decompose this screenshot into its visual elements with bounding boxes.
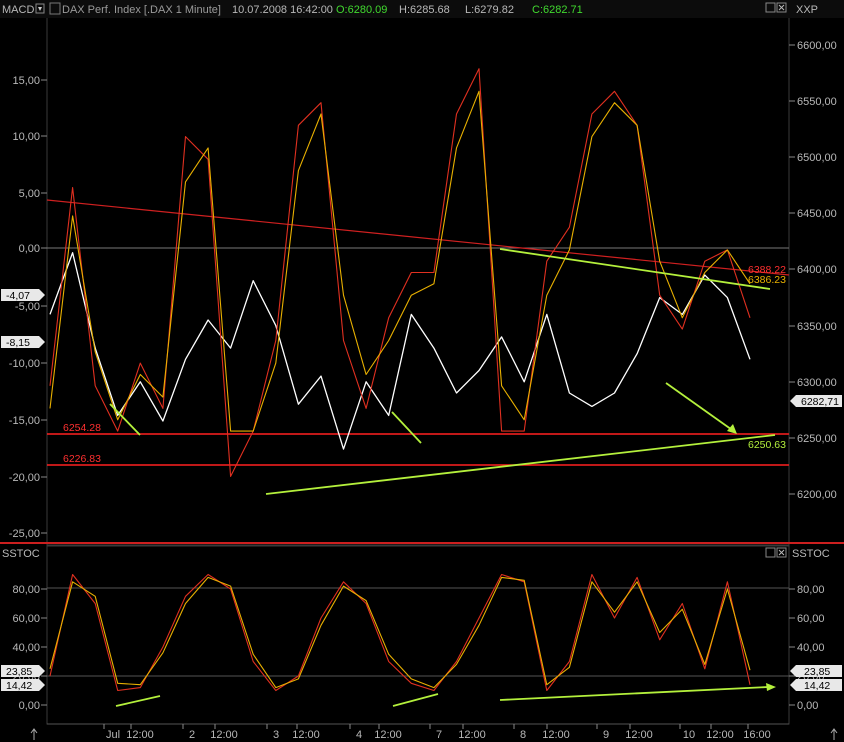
time-tick-label: 2 — [189, 729, 195, 741]
time-tick-label: 12:00 — [126, 729, 154, 741]
stoch-right-tick-label: 80,00 — [797, 584, 825, 596]
instrument-label: DAX Perf. Index [.DAX 1 Minute] — [62, 4, 221, 16]
time-tick-label: 16:00 — [743, 729, 771, 741]
stoch-right-tick-label: 40,00 — [797, 642, 825, 654]
low-label: L:6279.82 — [465, 4, 514, 16]
main-right-title: XXP — [796, 4, 818, 16]
main-left-title: MACD — [2, 4, 34, 16]
macd-tick-label: 15,00 — [12, 75, 40, 87]
time-tick-label: 10 — [683, 729, 695, 741]
stoch-right-tick-label: 0,00 — [797, 700, 818, 712]
macd-tick-label: -15,00 — [9, 415, 40, 427]
time-tick-label: 12:00 — [292, 729, 320, 741]
time-tick-label: 7 — [436, 729, 442, 741]
price-tick-label: 6300,00 — [797, 377, 837, 389]
stoch-left-axis: 80,0060,0040,0020,000,00 — [12, 584, 47, 712]
time-tick-label: 12:00 — [374, 729, 402, 741]
open-label: O:6280.09 — [336, 4, 387, 16]
resistance-label-2: 6386.23 — [748, 274, 786, 286]
scroll-up-icon-left[interactable] — [30, 728, 38, 740]
stoch-right-tag-1: 23,85 — [804, 666, 830, 678]
stoch-right-axis: 80,0060,0040,0020,000,00 — [789, 584, 825, 712]
datetime-label: 10.07.2008 16:42:00 — [232, 4, 333, 16]
macd-tick-label: 0,00 — [19, 243, 40, 255]
level-label-1: 6254.28 — [63, 422, 101, 434]
macd-tick-label: -20,00 — [9, 472, 40, 484]
time-tick-label: 12:00 — [542, 729, 570, 741]
time-tick-label: Jul — [106, 729, 120, 741]
price-tick-label: 6350,00 — [797, 321, 837, 333]
close-label: C:6282.71 — [532, 4, 583, 16]
time-axis: Jul 12:00 2 12:00 3 12:00 4 12:00 7 12:00 8 12:00 9 1… — [47, 723, 789, 741]
price-tick-label: 6500,00 — [797, 152, 837, 164]
stoch-right-tick-label: 60,00 — [797, 613, 825, 625]
macd-tick-label: -5,00 — [15, 301, 40, 313]
macd-tag-1: -4,07 — [6, 290, 30, 302]
price-tick-label: 6450,00 — [797, 208, 837, 220]
time-tick-label: 12:00 — [625, 729, 653, 741]
stoch-tag-1: 23,85 — [6, 666, 32, 678]
stoch-right-title: SSTOC — [792, 548, 830, 560]
macd-tick-label: -25,00 — [9, 528, 40, 540]
price-tick-label: 6400,00 — [797, 264, 837, 276]
time-tick-label: 3 — [273, 729, 279, 741]
support-label: 6250.63 — [748, 439, 786, 451]
macd-tag-2: -8,15 — [6, 337, 30, 349]
stoch-right-tag-2: 14,42 — [804, 680, 830, 692]
time-tick-label: 4 — [356, 729, 362, 741]
time-tick-label: 9 — [603, 729, 609, 741]
price-tick-label: 6200,00 — [797, 489, 837, 501]
macd-tick-label: 5,00 — [19, 188, 40, 200]
stoch-tag-2: 14,42 — [6, 680, 32, 692]
level-label-2: 6226.83 — [63, 453, 101, 465]
chart-canvas: MACD XXP DAX Perf. Index [.DAX 1 Minute]… — [0, 0, 844, 741]
stoch-tick-label: 0,00 — [19, 700, 40, 712]
scroll-up-icon-right[interactable] — [830, 728, 838, 740]
macd-tick-label: 10,00 — [12, 131, 40, 143]
time-tick-label: 12:00 — [706, 729, 734, 741]
stoch-tick-label: 80,00 — [12, 584, 40, 596]
macd-tick-label: -10,00 — [9, 358, 40, 370]
price-tick-label: 6550,00 — [797, 96, 837, 108]
stoch-tick-label: 60,00 — [12, 613, 40, 625]
price-tick-label: 6600,00 — [797, 40, 837, 52]
stoch-left-title: SSTOC — [2, 548, 40, 560]
stoch-tick-label: 40,00 — [12, 642, 40, 654]
price-tag: 6282,71 — [801, 396, 839, 408]
price-axis: 6600,00 6550,00 6500,00 6450,00 6400,00 6350,… — [789, 40, 837, 501]
price-tick-label: 6250,00 — [797, 433, 837, 445]
time-tick-label: 12:00 — [458, 729, 486, 741]
high-label: H:6285.68 — [399, 4, 450, 16]
macd-axis: 15,00 10,00 5,00 0,00 -5,00 -10,00 -15,00 -20,0… — [9, 75, 47, 540]
time-tick-label: 12:00 — [210, 729, 238, 741]
time-tick-label: 8 — [520, 729, 526, 741]
